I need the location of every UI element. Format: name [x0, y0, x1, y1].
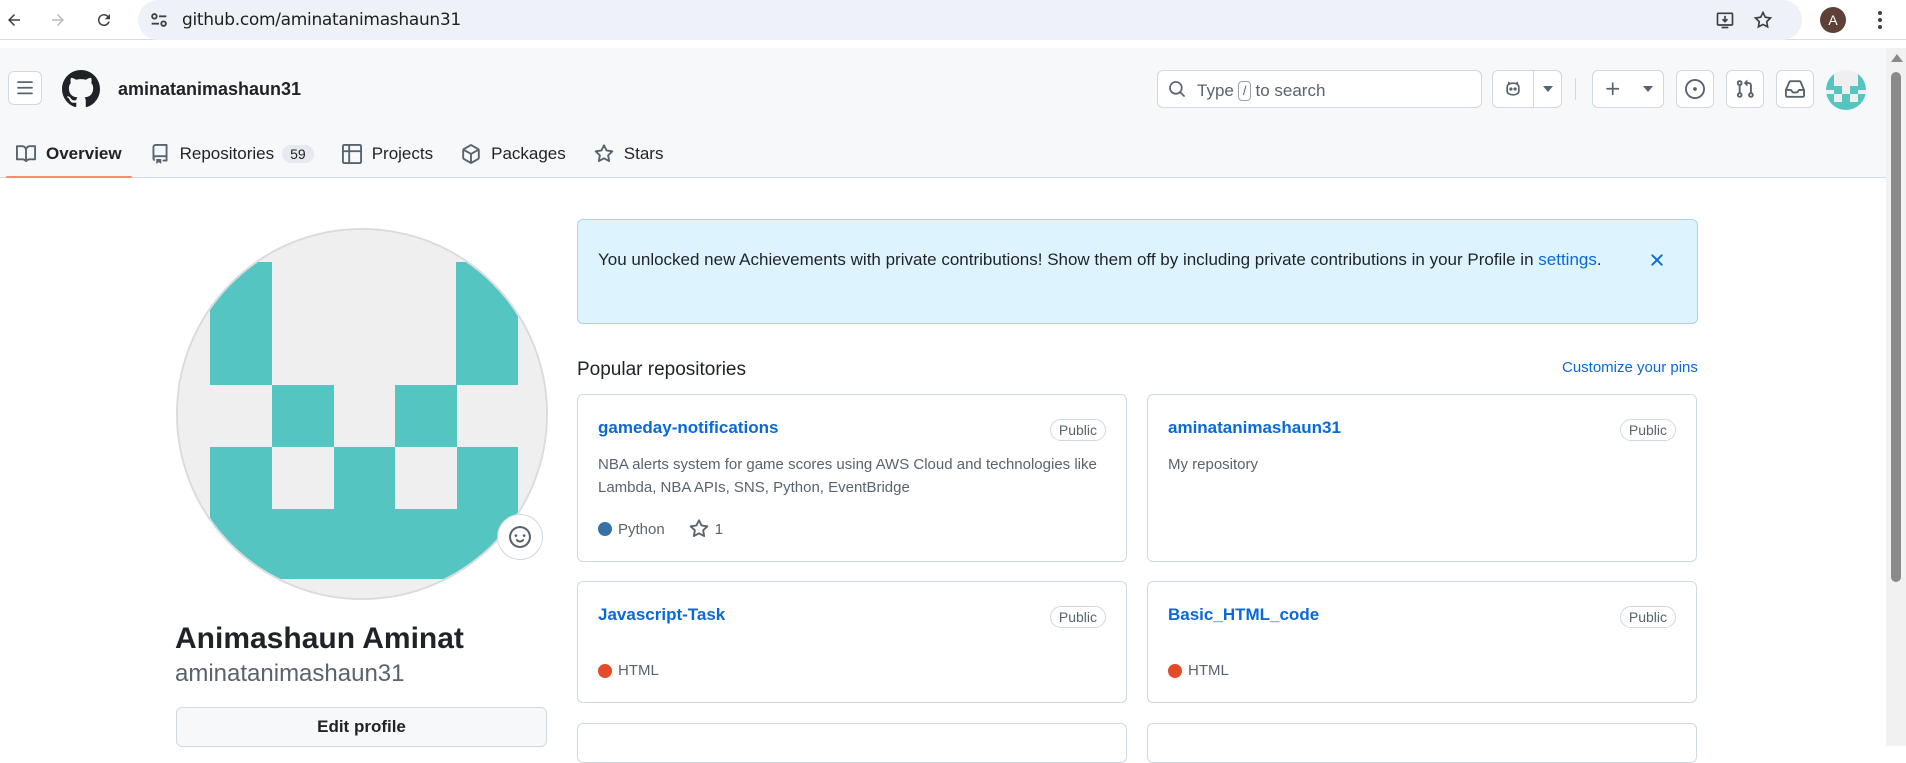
customize-pins-link[interactable]: Customize your pins [1562, 359, 1698, 376]
repo-stars[interactable]: 1 [715, 521, 723, 538]
smiley-icon [509, 526, 531, 548]
pull-request-icon [1736, 79, 1754, 98]
repo-language: HTML [618, 662, 659, 679]
repo-link[interactable]: Javascript-Task [598, 605, 725, 625]
scrollbar-thumb[interactable] [1891, 72, 1901, 582]
identicon-icon [178, 230, 546, 598]
reload-icon[interactable] [90, 6, 118, 34]
page-scrollbar[interactable] [1886, 48, 1906, 746]
header-username[interactable]: aminatanimashaun31 [118, 79, 301, 100]
plus-icon[interactable] [1593, 71, 1633, 107]
repo-language: Python [618, 520, 665, 538]
tab-label: Packages [491, 144, 566, 163]
repo-link[interactable]: aminatanimashaun31 [1168, 418, 1341, 438]
language-color-dot [598, 522, 612, 536]
table-icon [341, 144, 362, 164]
package-icon [462, 144, 480, 164]
set-status-button[interactable] [497, 514, 543, 560]
create-new-button[interactable] [1592, 70, 1664, 108]
search-shortcut-key: / [1237, 81, 1252, 101]
profile-fullname: Animashaun Aminat [175, 622, 464, 655]
back-icon[interactable] [0, 6, 28, 34]
github-header: aminatanimashaun31 Type / to search Over… [0, 48, 1886, 178]
copilot-button[interactable] [1492, 70, 1562, 108]
repo-card: aminatanimashaun31 Public My repository [1147, 394, 1697, 562]
repo-meta: HTML [598, 662, 659, 679]
pull-requests-button[interactable] [1726, 70, 1764, 108]
visibility-badge: Public [1049, 606, 1106, 628]
install-app-icon[interactable] [1713, 8, 1737, 32]
hamburger-menu-button[interactable] [8, 71, 42, 105]
star-icon [689, 519, 708, 538]
profile-avatar[interactable] [176, 228, 548, 600]
tab-label: Repositories [179, 144, 275, 163]
bookmark-star-icon[interactable] [1751, 8, 1775, 32]
profile-login: aminatanimashaun31 [175, 660, 405, 687]
search-placeholder: Type / to search [1197, 81, 1326, 101]
visibility-badge: Public [1619, 606, 1676, 628]
repo-icon [152, 144, 168, 164]
tab-stars[interactable]: Stars [584, 130, 674, 178]
chevron-down-icon[interactable] [1633, 71, 1663, 107]
issue-opened-icon [1685, 79, 1705, 99]
language-color-dot [1168, 663, 1182, 678]
scroll-up-arrow-icon[interactable] [1891, 54, 1903, 62]
edit-profile-button[interactable]: Edit profile [176, 707, 547, 747]
search-input[interactable]: Type / to search [1157, 70, 1482, 108]
repo-meta: Python 1 [598, 519, 723, 539]
tab-repositories[interactable]: Repositories 59 [140, 130, 324, 178]
repo-card [577, 723, 1127, 763]
browser-toolbar: github.com/aminatanimashaun31 A [0, 0, 1906, 40]
visibility-badge: Public [1619, 419, 1676, 441]
tab-label: Overview [46, 144, 122, 163]
star-icon [594, 144, 614, 163]
tab-label: Stars [623, 144, 664, 163]
forward-icon[interactable] [44, 6, 72, 34]
tab-overview[interactable]: Overview [6, 130, 132, 178]
close-icon[interactable] [1647, 250, 1667, 270]
github-logo-icon[interactable] [62, 70, 100, 108]
repo-card: Basic_HTML_code Public HTML [1147, 581, 1697, 703]
inbox-icon [1785, 80, 1805, 98]
book-icon [16, 145, 36, 163]
identicon-icon [1826, 70, 1866, 110]
url-text: github.com/aminatanimashaun31 [182, 10, 461, 30]
settings-link[interactable]: settings [1538, 250, 1597, 269]
repo-description: My repository [1168, 456, 1259, 473]
language-color-dot [598, 663, 612, 678]
chevron-down-icon[interactable] [1533, 71, 1561, 107]
inbox-button[interactable] [1776, 70, 1814, 108]
repo-link[interactable]: Basic_HTML_code [1168, 605, 1319, 625]
repo-meta: HTML [1168, 662, 1229, 679]
search-icon [1168, 80, 1188, 100]
issues-button[interactable] [1676, 70, 1714, 108]
repositories-count-badge: 59 [282, 145, 314, 163]
flash-message: You unlocked new Achievements with priva… [598, 250, 1534, 269]
visibility-badge: Public [1049, 419, 1106, 441]
user-avatar[interactable] [1826, 70, 1866, 110]
repo-description: NBA alerts system for game scores using … [598, 456, 1097, 496]
tab-label: Projects [371, 144, 434, 163]
site-settings-icon[interactable] [148, 9, 170, 31]
profile-tabs: Overview Repositories 59 Projects Packag… [6, 130, 681, 178]
browser-profile-avatar[interactable]: A [1820, 7, 1846, 33]
repo-card: gameday-notifications Public NBA alerts … [577, 394, 1127, 562]
copilot-icon[interactable] [1493, 71, 1533, 107]
repo-card: Javascript-Task Public HTML [577, 581, 1127, 703]
tab-packages[interactable]: Packages [451, 130, 576, 178]
achievements-flash-banner: You unlocked new Achievements with priva… [577, 219, 1698, 324]
repo-language: HTML [1188, 662, 1229, 679]
address-bar[interactable]: github.com/aminatanimashaun31 [138, 0, 1802, 40]
repo-link[interactable]: gameday-notifications [598, 418, 778, 438]
header-divider [1575, 78, 1576, 100]
browser-menu-icon[interactable] [1868, 8, 1892, 32]
repo-card [1147, 723, 1697, 763]
popular-repositories-title: Popular repositories [577, 359, 746, 380]
tab-projects[interactable]: Projects [332, 130, 443, 178]
